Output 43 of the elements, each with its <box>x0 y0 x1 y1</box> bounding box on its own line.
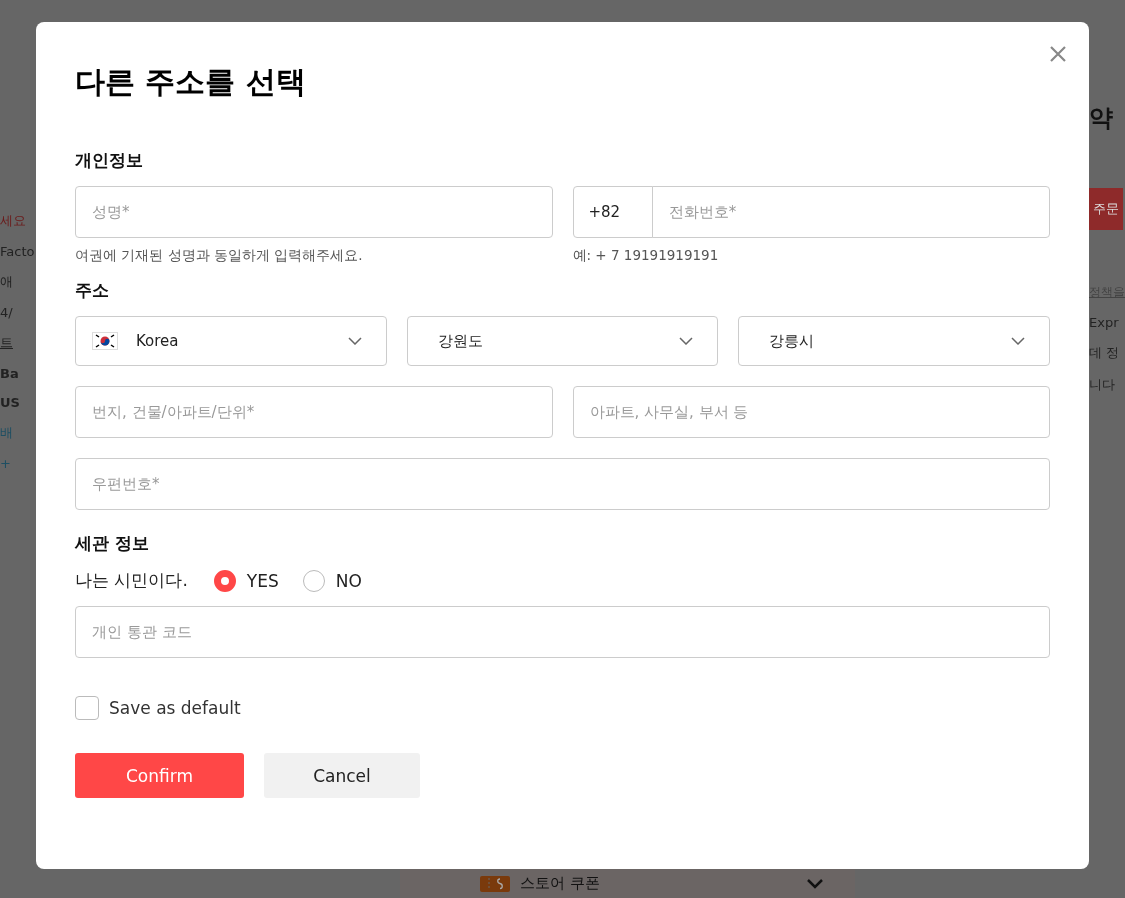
unit-field[interactable]: 아파트, 사무실, 부서 등 <box>572 386 1050 438</box>
checkbox[interactable] <box>75 696 99 720</box>
customs-code-field[interactable]: 개인 통관 코드 <box>75 606 1050 658</box>
checkbox-label: Save as default <box>109 698 241 718</box>
chevron-down-icon <box>679 337 694 345</box>
background-text: Facto <box>0 244 36 259</box>
section-heading: 주소 <box>75 279 110 302</box>
coupon-icon <box>480 875 510 892</box>
hint-text: 여권에 기재된 성명과 동일하게 입력해주세요. <box>75 247 364 265</box>
radio-option[interactable]: NO <box>302 569 362 592</box>
section-heading: 세관 정보 <box>75 532 150 555</box>
order-button[interactable]: 주문 <box>1089 188 1123 230</box>
cancel-button[interactable]: Cancel <box>264 753 420 798</box>
background-text: + <box>0 456 12 471</box>
background-text: 데 정 <box>1089 344 1120 362</box>
background-text: US <box>0 395 21 410</box>
background-text: 세요 <box>0 212 27 230</box>
radio-option[interactable]: YES <box>213 569 279 592</box>
background-text: 배 <box>0 424 14 442</box>
background-text: 약 <box>1089 103 1113 134</box>
street-field[interactable]: 번지, 건물/아파트/단위* <box>75 386 553 438</box>
chevron-down-icon <box>807 878 823 889</box>
chevron-down-icon <box>1011 337 1025 345</box>
question-label: 나는 시민이다. <box>75 569 188 592</box>
zip-field[interactable]: 우편번호* <box>75 458 1050 510</box>
background-text: 4/ <box>0 305 14 320</box>
section-heading: 개인정보 <box>75 149 144 172</box>
radio-button[interactable] <box>213 569 236 592</box>
background-text: Expr <box>1089 315 1119 330</box>
close-icon[interactable] <box>1049 45 1067 63</box>
phone-field[interactable]: 전화번호* <box>651 186 1050 238</box>
dropdown[interactable]: 강원도 <box>406 316 719 366</box>
dialog-title: 다른 주소를 선택 <box>75 63 306 101</box>
flag-icon <box>92 332 118 350</box>
hint-text: 예: + 7 19191919191 <box>572 247 720 265</box>
background-text: 니다 <box>1089 376 1115 394</box>
chevron-down-icon <box>347 337 362 345</box>
background-text: Ba <box>0 366 20 381</box>
dropdown[interactable]: Korea <box>75 316 387 366</box>
name-field[interactable]: 성명* <box>75 186 553 238</box>
dropdown[interactable]: 강릉시 <box>738 316 1050 366</box>
background-text: 트 <box>0 334 14 352</box>
background-text: 애 <box>0 273 14 291</box>
